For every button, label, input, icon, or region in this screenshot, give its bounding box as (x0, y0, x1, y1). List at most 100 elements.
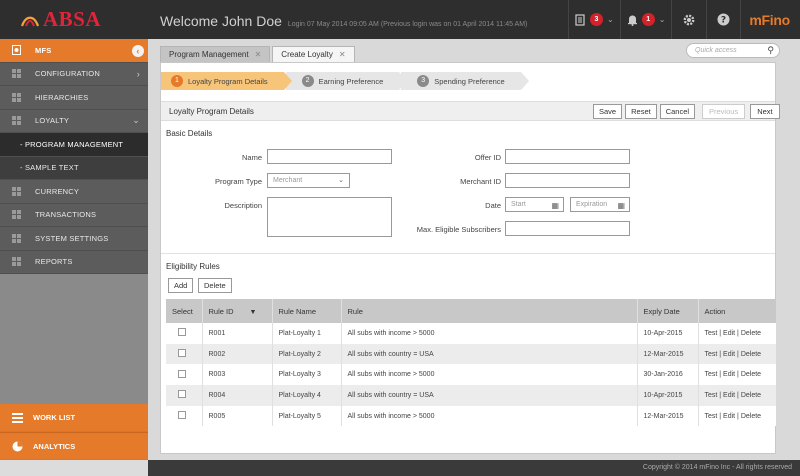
step-number: 1 (171, 75, 183, 87)
sidebar-item-sample-text[interactable]: - SAMPLE TEXT (0, 156, 148, 180)
step-earning-preference[interactable]: 2 Earning Preference (285, 72, 407, 90)
tab-bar: Program Management ✕ Create Loyalty ✕ (160, 46, 355, 62)
sidebar-item-program-management[interactable]: - PROGRAM MANAGEMENT (0, 133, 153, 157)
expiry-date-cell: 12-Mar-2015 (637, 343, 699, 365)
action-links[interactable]: Test | Edit | Delete (698, 385, 776, 406)
sidebar-item-loyalty[interactable]: LOYALTY ⌄ (0, 109, 148, 133)
form-actions: Save Reset Cancel (593, 104, 696, 119)
row-select-cell (166, 385, 203, 406)
sidebar: MFS ‹ CONFIGURATION › HIERARCHIES LOYALT… (0, 39, 153, 460)
row-checkbox[interactable] (178, 369, 186, 378)
work-list-button[interactable]: WORK LIST (0, 404, 148, 431)
quick-access-search[interactable]: Quick access ⚲ (686, 43, 780, 58)
absa-logo[interactable]: ABSA (0, 0, 148, 39)
sidebar-item-mfs[interactable]: MFS ‹ (0, 39, 148, 63)
chevron-down-icon: ⌄ (658, 15, 666, 24)
step-label: Spending Preference (434, 76, 505, 86)
tab-create-loyalty[interactable]: Create Loyalty ✕ (272, 46, 355, 62)
sidebar-item-configuration[interactable]: CONFIGURATION › (0, 62, 148, 86)
rule-name-cell: Plat-Loyalty 4 (272, 385, 342, 406)
description-label: Description (224, 201, 262, 210)
grid-icon (12, 210, 21, 220)
tab-label: Program Management (169, 50, 249, 59)
analytics-button[interactable]: ANALYTICS (0, 432, 148, 459)
sidebar-item-hierarchies[interactable]: HIERARCHIES (0, 86, 148, 110)
basic-details-title: Basic Details (166, 129, 213, 138)
program-type-value: Merchant (273, 177, 303, 184)
table-row: R002 Plat-Loyalty 2 All subs with countr… (166, 343, 776, 365)
close-icon[interactable]: ✕ (255, 50, 262, 59)
sidebar-item-currency[interactable]: CURRENCY (0, 180, 148, 204)
close-icon[interactable]: ✕ (339, 50, 346, 59)
column-header-expiry-date: Exply Date (637, 299, 699, 323)
settings-button[interactable] (672, 0, 706, 39)
content-panel: 1 Loyalty Program Details 2 Earning Pref… (160, 62, 780, 454)
pie-chart-icon (12, 441, 23, 451)
expiration-placeholder: Expiration (576, 201, 608, 208)
panel-title: Loyalty Program Details (169, 106, 254, 116)
add-rule-button[interactable]: Add (168, 278, 194, 293)
table-header-row: Select Rule ID ▼ Rule Name Rule Exply Dat… (166, 299, 776, 323)
description-field[interactable] (267, 197, 392, 237)
merchant-id-field[interactable] (505, 173, 630, 188)
save-button[interactable]: Save (593, 104, 623, 119)
column-header-action: Action (698, 299, 776, 323)
action-links[interactable]: Test | Edit | Delete (698, 323, 776, 344)
start-placeholder: Start (511, 201, 526, 208)
rule-name-cell: Plat-Loyalty 1 (272, 323, 342, 344)
max-subscribers-field[interactable] (505, 221, 630, 236)
next-button[interactable]: Next (750, 104, 780, 119)
step-spending-preference[interactable]: 3 Spending Preference (401, 72, 530, 90)
wizard-steps: 1 Loyalty Program Details 2 Earning Pref… (161, 72, 530, 90)
tab-program-management[interactable]: Program Management ✕ (160, 46, 271, 62)
table-row: R001 Plat-Loyalty 1 All subs with income… (166, 323, 776, 344)
chevron-down-icon: ⌄ (132, 115, 140, 126)
offer-id-field[interactable] (505, 149, 630, 164)
grid-icon (12, 92, 21, 102)
action-links[interactable]: Test | Edit | Delete (698, 364, 776, 386)
rule-cell: All subs with income > 5000 (341, 323, 638, 344)
reset-button[interactable]: Reset (625, 104, 657, 119)
action-links[interactable]: Test | Edit | Delete (698, 343, 776, 365)
column-header-rule-name: Rule Name (272, 299, 342, 323)
help-button[interactable]: ? (707, 0, 740, 39)
analytics-label: ANALYTICS (33, 441, 76, 451)
collapse-sidebar-icon[interactable]: ‹ (132, 45, 144, 57)
previous-button[interactable]: Previous (702, 104, 746, 119)
header-actions: 3 ⌄ 1 ⌄ ? mFino (568, 0, 790, 39)
cancel-button[interactable]: Cancel (659, 104, 696, 119)
step-number: 3 (417, 75, 430, 87)
row-checkbox[interactable] (178, 390, 186, 399)
action-links[interactable]: Test | Edit | Delete (698, 405, 776, 427)
search-input[interactable]: Quick access (695, 47, 737, 54)
gear-icon (684, 14, 695, 25)
program-type-select[interactable]: Merchant ⌄ (267, 173, 350, 188)
calendar-icon[interactable]: ▦ (617, 199, 625, 212)
row-checkbox[interactable] (178, 349, 186, 358)
tasks-icon (575, 13, 585, 26)
alerts-menu[interactable]: 1 ⌄ (621, 0, 672, 39)
tasks-menu[interactable]: 3 ⌄ (569, 0, 620, 39)
row-checkbox[interactable] (178, 328, 186, 337)
eligibility-rules-title: Eligibility Rules (166, 262, 220, 271)
row-checkbox[interactable] (178, 411, 186, 420)
step-loyalty-program-details[interactable]: 1 Loyalty Program Details (161, 72, 292, 90)
rule-cell: All subs with income > 5000 (341, 364, 638, 386)
column-header-rule-id[interactable]: Rule ID ▼ (202, 299, 273, 323)
offer-id-label: Offer ID (474, 153, 501, 162)
sidebar-item-system-settings[interactable]: SYSTEM SETTINGS (0, 227, 148, 251)
expiration-date-field[interactable]: Expiration ▦ (570, 197, 630, 212)
table-row: R005 Plat-Loyalty 5 All subs with income… (166, 405, 776, 427)
name-field[interactable] (267, 149, 392, 164)
sidebar-item-transactions[interactable]: TRANSACTIONS (0, 203, 148, 227)
calendar-icon[interactable]: ▦ (551, 199, 559, 212)
delete-rule-button[interactable]: Delete (198, 278, 232, 293)
rule-id-cell: R005 (202, 405, 273, 427)
search-icon[interactable]: ⚲ (767, 44, 774, 57)
sort-down-icon[interactable]: ▼ (250, 309, 257, 316)
chevron-down-icon: ⌄ (607, 15, 614, 24)
name-label: Name (241, 153, 262, 162)
sidebar-item-label: - SAMPLE TEXT (20, 163, 79, 173)
start-date-field[interactable]: Start ▦ (505, 197, 564, 212)
sidebar-item-reports[interactable]: REPORTS (0, 250, 148, 274)
